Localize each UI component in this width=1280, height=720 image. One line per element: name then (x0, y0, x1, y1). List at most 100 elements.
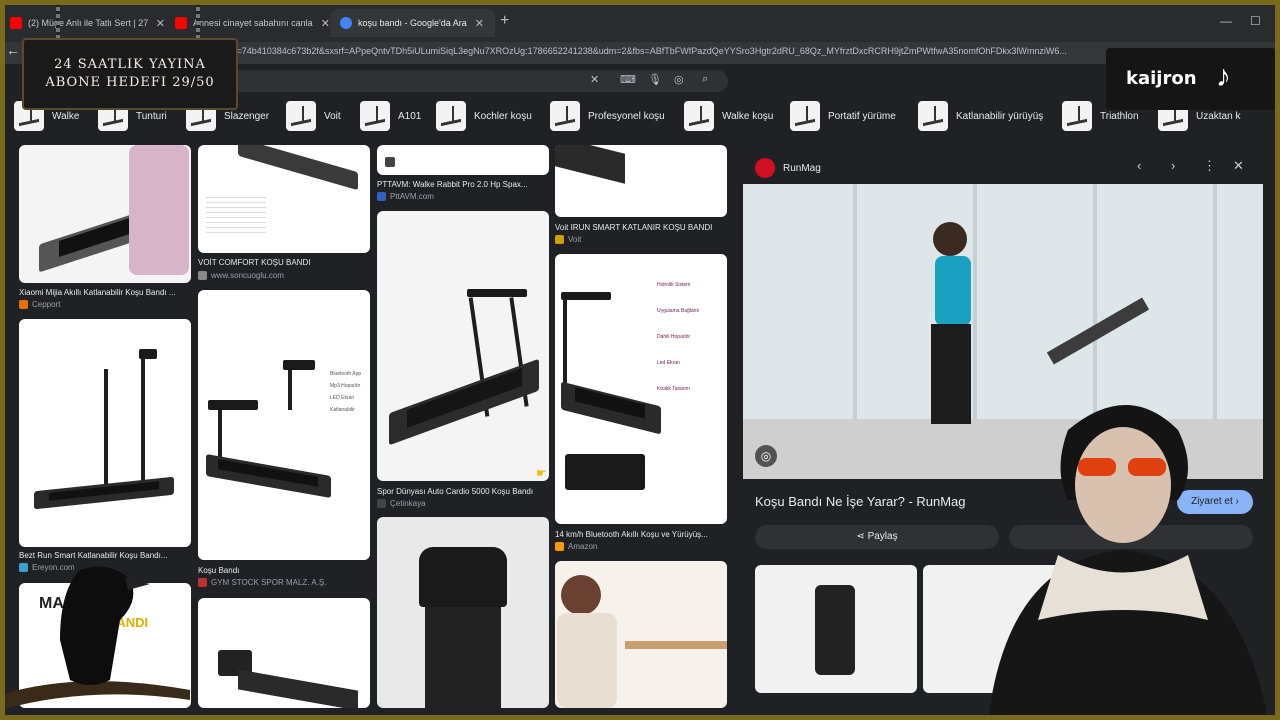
chip[interactable]: Profesyonel koşu (550, 100, 665, 132)
runmag-logo-icon (755, 158, 775, 178)
chip[interactable]: Katlanabilir yürüyüş (918, 100, 1043, 132)
chip-label: Profesyonel koşu (588, 110, 665, 122)
chip-label: Slazenger (224, 110, 270, 122)
preview-source[interactable]: RunMag (755, 158, 821, 178)
chip[interactable]: Portatif yürüme (790, 100, 896, 132)
banner-line: ABONE HEDEFI 29/50 (45, 75, 215, 90)
result-source[interactable]: Voit (555, 235, 581, 244)
keyboard-icon[interactable]: ⌨ (620, 73, 636, 86)
result-image[interactable] (555, 561, 727, 708)
preview-title[interactable]: Koşu Bandı Ne İşe Yarar? - RunMag (755, 494, 966, 509)
tab-title: (2) Müge Anlı ile Tatlı Sert | 27 Şubat (28, 18, 148, 28)
chip[interactable]: Walke koşu (684, 100, 773, 132)
result-source[interactable]: Amazon (555, 542, 597, 551)
feature-text: Uygulama Bağlantı (657, 308, 700, 314)
chip-thumbnail (436, 101, 466, 131)
result-card[interactable]: Voit IRUN SMART KATLANIR KOŞU BANDI Voit (555, 145, 727, 245)
result-caption[interactable]: Xiaomi Mijia Akıllı Katlanabilir Koşu Ba… (19, 288, 191, 297)
source-label: Çetinkaya (390, 499, 426, 508)
feature-text: Bluetooth App (330, 371, 362, 377)
share-button[interactable]: ⋖ Paylaş (755, 525, 999, 549)
result-card[interactable] (377, 517, 549, 708)
result-caption[interactable]: Voit IRUN SMART KATLANIR KOŞU BANDI (555, 223, 727, 232)
result-caption[interactable]: PTTAVM: Walke Rabbit Pro 2.0 Hp Spax... (377, 180, 549, 189)
result-image[interactable] (19, 319, 191, 547)
chip-label: Voit (324, 110, 341, 122)
tab-1[interactable]: (2) Müge Anlı ile Tatlı Sert | 27 Şubat … (0, 9, 165, 37)
result-image[interactable]: Hidrolik Sistem Uygulama Bağlantı Dahili… (555, 254, 727, 524)
tab-3-active[interactable]: koşu bandı - Google'da Ara ✕ (330, 9, 495, 37)
result-image[interactable] (19, 145, 191, 283)
result-image[interactable] (198, 145, 370, 253)
result-card[interactable] (198, 598, 370, 708)
result-image[interactable]: Bluetooth App Mp3 Hoparlör LED Ekran Kat… (198, 290, 370, 560)
mic-icon[interactable]: 🎙 (648, 73, 662, 86)
result-image[interactable] (377, 211, 549, 481)
result-source[interactable]: www.soncuoglu.com (198, 271, 284, 280)
lens-icon[interactable]: ◎ (674, 73, 684, 86)
result-caption[interactable]: Bezt Run Smart Katlanabilir Koşu Bandı..… (19, 551, 191, 560)
result-caption[interactable]: 14 km/h Bluetooth Akıllı Koşu ve Yürüyüş… (555, 530, 727, 539)
chip-thumbnail (550, 101, 580, 131)
chain-decoration (196, 0, 200, 42)
result-caption[interactable]: VOİT COMFORT KOŞU BANDI (198, 258, 370, 267)
result-card[interactable] (555, 561, 727, 708)
source-favicon (198, 578, 207, 587)
feature-text: Dahili Hoparlör (657, 334, 691, 340)
result-source[interactable]: Cepport (19, 300, 60, 309)
chip-thumbnail (286, 101, 316, 131)
feature-text: Katlanabilir (330, 407, 355, 413)
tab-2[interactable]: Annesi cinayet sabahını canlandırdı ✕ (165, 9, 330, 37)
chip-label: Uzaktan k (1196, 110, 1241, 122)
new-tab-icon[interactable]: + (500, 12, 509, 30)
source-favicon (198, 271, 207, 280)
result-card[interactable]: Xiaomi Mijia Akıllı Katlanabilir Koşu Ba… (19, 145, 191, 313)
close-icon[interactable]: ✕ (475, 17, 484, 30)
google-icon (340, 17, 352, 29)
browser-tab-bar: (2) Müge Anlı ile Tatlı Sert | 27 Şubat … (0, 0, 1280, 42)
chip[interactable]: A101 (360, 100, 421, 132)
chip-thumbnail (918, 101, 948, 131)
result-card[interactable]: Bezt Run Smart Katlanabilir Koşu Bandı..… (19, 319, 191, 577)
banner-line: 24 SAATLIK YAYINA (54, 57, 206, 72)
result-card[interactable]: Spor Dünyası Auto Cardio 5000 Koşu Bandı… (377, 211, 549, 511)
result-source[interactable]: GYM STOCK SPOR MALZ. A.Ş. (198, 578, 326, 587)
chip-label: Triathlon (1100, 110, 1139, 122)
streamer-name: kaijron (1126, 68, 1197, 89)
feature-text: Mp3 Hoparlör (330, 383, 361, 389)
result-card[interactable]: VOİT COMFORT KOŞU BANDI www.soncuoglu.co… (198, 145, 370, 285)
result-image[interactable] (198, 598, 370, 708)
back-arrow-icon[interactable]: ← (6, 42, 20, 58)
result-image[interactable] (377, 517, 549, 708)
chip-label: Walke koşu (722, 110, 774, 122)
url-field[interactable]: v=74b410384c673b2f&sxsrf=APpeQntvTDh5iUL… (232, 46, 1102, 56)
chip-thumbnail (684, 101, 714, 131)
search-icon[interactable]: ⌕ (702, 73, 708, 86)
result-card[interactable]: Bluetooth App Mp3 Hoparlör LED Ekran Kat… (198, 290, 370, 592)
maximize-icon[interactable]: ☐ (1250, 14, 1261, 28)
chip[interactable]: Voit (286, 100, 341, 132)
clear-icon[interactable]: ✕ (590, 73, 599, 86)
result-source[interactable]: PttAVM.com (377, 192, 434, 201)
result-source[interactable]: Çetinkaya (377, 499, 426, 508)
result-card[interactable]: PTTAVM: Walke Rabbit Pro 2.0 Hp Spax... … (377, 145, 549, 205)
chip[interactable]: Kochler koşu (436, 100, 532, 132)
more-vert-icon[interactable]: ⋮ (1203, 158, 1216, 174)
close-icon[interactable]: ✕ (1233, 158, 1244, 174)
chip-label: Katlanabilir yürüyüş (956, 110, 1044, 122)
result-image[interactable] (377, 145, 549, 175)
result-caption[interactable]: Spor Dünyası Auto Cardio 5000 Koşu Bandı (377, 487, 549, 496)
youtube-icon (175, 17, 187, 29)
lens-icon[interactable]: ◎ (755, 445, 777, 467)
minimize-icon[interactable]: — (1220, 14, 1232, 28)
result-image[interactable] (555, 145, 727, 217)
close-icon[interactable]: ✕ (156, 17, 165, 30)
source-favicon (19, 300, 28, 309)
chevron-right-icon[interactable]: › (1171, 158, 1175, 173)
related-image[interactable] (755, 565, 917, 693)
close-icon[interactable]: ✕ (321, 17, 330, 30)
chevron-left-icon[interactable]: ‹ (1137, 158, 1141, 173)
crow-illustration (0, 566, 190, 710)
result-caption[interactable]: Koşu Bandı (198, 566, 370, 575)
result-card[interactable]: Hidrolik Sistem Uygulama Bağlantı Dahili… (555, 254, 727, 554)
